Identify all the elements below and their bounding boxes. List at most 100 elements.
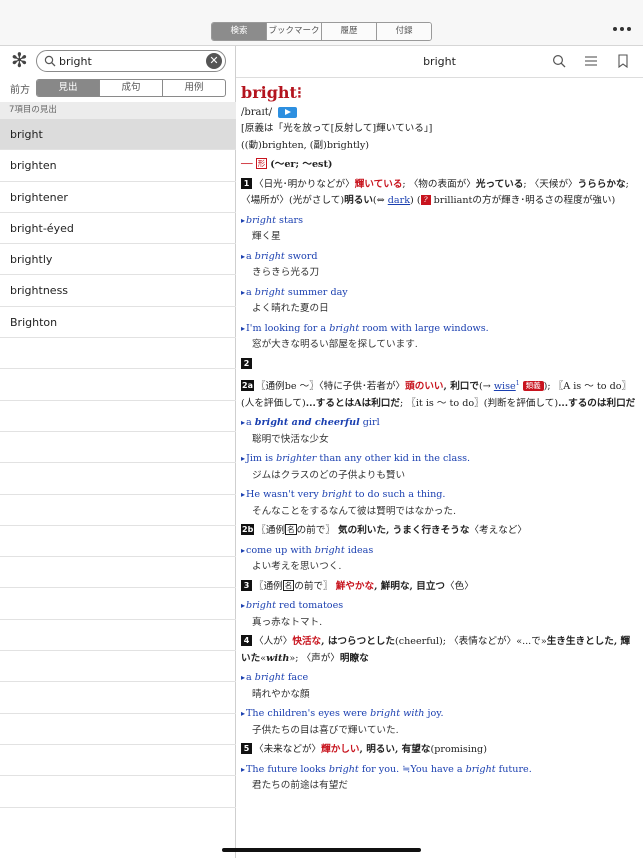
home-indicator[interactable]: [222, 848, 421, 852]
entry-header: bright: [236, 46, 643, 78]
antonym-link[interactable]: dark: [388, 195, 410, 206]
empty-row: [0, 651, 236, 683]
example-english[interactable]: He wasn't very bright to do such a thing…: [241, 487, 637, 504]
usage-note-badge: ?: [420, 195, 431, 205]
pos-adjective-badge: 形: [255, 158, 268, 169]
example-japanese: よい考えを思いつく.: [252, 561, 342, 573]
example-text: room with large windows.: [359, 322, 489, 334]
preposition: with: [266, 652, 290, 664]
sense-keyword: 鮮やかな: [335, 580, 375, 592]
list-item[interactable]: Brighton: [0, 307, 236, 339]
search-field[interactable]: ✕: [36, 50, 226, 72]
sense-text: 〖通例: [254, 580, 283, 592]
sense-text: »; 〈声が〉: [289, 652, 340, 664]
cross-reference-link[interactable]: wise: [494, 381, 516, 392]
tab-headword[interactable]: 見出: [37, 80, 100, 96]
example-japanese: 真っ赤なトマト.: [252, 616, 323, 628]
sense-keyword: 輝かしい: [321, 744, 360, 756]
empty-row: [0, 401, 236, 432]
empty-row: [0, 338, 236, 370]
sense-text: (→: [479, 381, 494, 393]
example-english[interactable]: a bright face: [241, 670, 637, 687]
search-icon[interactable]: [552, 54, 566, 68]
homograph-number: 1: [515, 380, 520, 387]
sense-keyword: 明瞭な: [339, 652, 369, 664]
example: Jim is brighter than any other kid in th…: [241, 451, 637, 484]
sense-keyword: 光っている: [475, 178, 524, 190]
example-english[interactable]: come up with bright ideas: [241, 543, 637, 560]
more-options-icon[interactable]: [609, 22, 635, 36]
tab-history[interactable]: 履歴: [322, 23, 377, 40]
example-english[interactable]: bright red tomatoes: [241, 598, 637, 615]
list-menu-icon[interactable]: [584, 54, 598, 68]
top-toolbar: 検索 ブックマーク 履歴 付録: [0, 0, 643, 46]
example-english[interactable]: I'm looking for a bright room with large…: [241, 321, 637, 338]
bookmark-icon[interactable]: [616, 54, 630, 68]
clear-search-icon[interactable]: ✕: [206, 53, 222, 69]
example-text: stars: [276, 214, 304, 226]
list-item[interactable]: bright: [0, 119, 236, 151]
example-text: Jim is: [246, 453, 277, 465]
sense-text: (promising): [430, 744, 487, 756]
example: The children's eyes were bright with joy…: [241, 706, 637, 739]
sense-3: 3 〖通例名の前で〗 鮮やかな, 鮮明な, 目立つ〈色〉: [241, 579, 637, 596]
sense-text: 〈未来などが〉: [254, 744, 322, 756]
example-text: a: [246, 417, 255, 429]
example-text: ideas: [344, 544, 374, 556]
list-item[interactable]: brightener: [0, 182, 236, 213]
search-input[interactable]: [59, 52, 209, 70]
sense-2: 2: [241, 357, 637, 374]
search-pane: ✻ ✕ 前方 見出 成句 用例 7項目の見出 bright brighten b…: [0, 46, 236, 858]
list-item[interactable]: brighten: [0, 150, 236, 182]
list-item[interactable]: brightness: [0, 275, 236, 307]
example-keyword: bright with: [370, 708, 425, 720]
empty-row: [0, 557, 236, 589]
example-english[interactable]: a bright summer day: [241, 285, 637, 302]
tab-bookmark[interactable]: ブックマーク: [267, 23, 322, 40]
example-text: girl: [359, 417, 380, 429]
example-english[interactable]: a bright and cheerful girl: [241, 415, 637, 432]
wildcard-asterisk-icon[interactable]: ✻: [11, 50, 28, 70]
list-item[interactable]: brightly: [0, 244, 236, 276]
example-keyword: bright: [254, 250, 285, 262]
search-mode-label[interactable]: 前方: [10, 81, 30, 96]
example-keyword: brighter: [276, 453, 317, 465]
example-english[interactable]: The future looks bright for you. ≒You ha…: [241, 762, 637, 779]
empty-row: [0, 620, 236, 652]
example-keyword: bright: [314, 544, 345, 556]
example-english[interactable]: The children's eyes were bright with joy…: [241, 706, 637, 723]
entry-pane: bright bright⁝ /braɪt/ [原義は「光を放って[反射して]輝…: [236, 46, 643, 858]
sense-text: brilliantの方が輝き･明るさの程度が強い): [430, 195, 616, 206]
example-text: come up with: [246, 544, 315, 556]
example-keyword: bright: [254, 286, 285, 298]
tab-example[interactable]: 用例: [163, 80, 225, 96]
sense-text: 〈色〉: [445, 580, 474, 592]
example-english[interactable]: bright stars: [241, 213, 637, 230]
empty-row: [0, 745, 236, 777]
example-english[interactable]: a bright sword: [241, 249, 637, 266]
list-item[interactable]: bright-éyed: [0, 213, 236, 245]
headword: bright: [241, 83, 297, 102]
search-mode-segmented-control: 見出 成句 用例: [36, 79, 226, 97]
sense-keyword: , 鮮明な, 目立つ: [374, 580, 446, 592]
synonym-badge[interactable]: 類義: [522, 381, 544, 392]
tab-search[interactable]: 検索: [212, 23, 267, 40]
entry-title: bright: [423, 55, 456, 68]
example-japanese: ジムはクラスのどの子供よりも賢い: [252, 469, 406, 481]
sense-number: 1: [241, 177, 252, 189]
sense-keyword: , はつらつとした: [321, 636, 395, 648]
derived-forms: ((動)brighten, (副)brightly): [241, 139, 370, 151]
example-text: The children's eyes were: [246, 708, 371, 720]
tab-phrase[interactable]: 成句: [100, 80, 163, 96]
example-keyword: bright: [329, 322, 360, 334]
sense-text: 〖通例be ～〗〈特に子供･若者が〉: [255, 381, 406, 393]
empty-row: [0, 714, 236, 745]
sense-keyword: うららかな: [577, 178, 626, 190]
audio-play-icon[interactable]: [278, 106, 298, 118]
example-text: summer day: [284, 286, 348, 298]
example-english[interactable]: Jim is brighter than any other kid in th…: [241, 451, 637, 468]
empty-row: [0, 432, 236, 464]
tab-appendix[interactable]: 付録: [377, 23, 431, 40]
example-japanese: そんなことをするなんて彼は賢明ではなかった.: [252, 505, 457, 517]
example: bright red tomatoes 真っ赤なトマト.: [241, 598, 637, 631]
